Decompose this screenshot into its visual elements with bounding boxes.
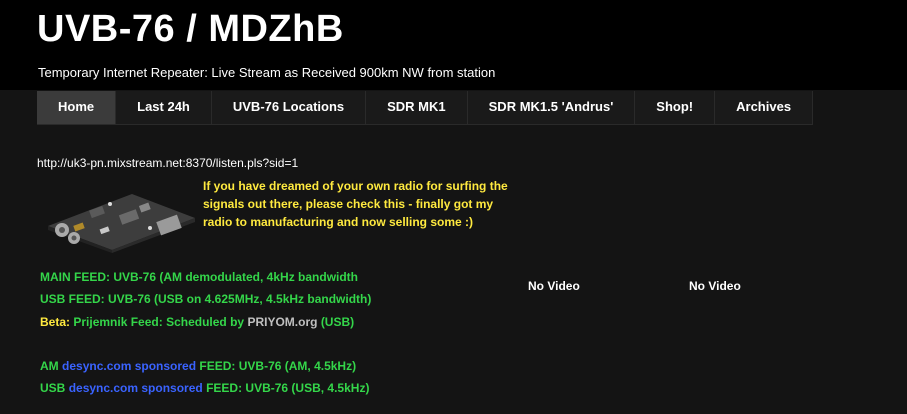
nav-item-locations[interactable]: UVB-76 Locations — [211, 91, 367, 124]
am-feed-link[interactable]: FEED: UVB-76 (AM, 4.5kHz) — [199, 359, 356, 373]
nav-item-sdr-mk1[interactable]: SDR MK1 — [366, 91, 468, 124]
beta-colon: : — [158, 315, 163, 329]
stream-url-link[interactable]: http://uk3-pn.mixstream.net:8370/listen.… — [37, 156, 298, 170]
beta-label: Beta: — [40, 315, 71, 329]
nav-item-sdr-mk15[interactable]: SDR MK1.5 'Andrus' — [467, 91, 636, 124]
priyom-link[interactable]: PRIYOM.org — [247, 315, 317, 329]
nav-item-last-24h[interactable]: Last 24h — [116, 91, 212, 124]
site-tagline: Temporary Internet Repeater: Live Stream… — [38, 65, 496, 80]
am-feed-line: AM desync.com sponsored FEED: UVB-76 (AM… — [40, 359, 356, 373]
sdr-board-image[interactable] — [40, 178, 200, 253]
usb-desync-feed-prefix: USB — [40, 381, 66, 395]
nav-item-archives[interactable]: Archives — [715, 91, 814, 124]
usb-desync-feed-link[interactable]: FEED: UVB-76 (USB, 4.5kHz) — [206, 381, 369, 395]
beta-scheduled-text: Scheduled by — [166, 315, 245, 329]
video-placeholder-right: No Video — [689, 279, 741, 293]
main-nav: Home Last 24h UVB-76 Locations SDR MK1 S… — [37, 91, 814, 125]
am-sponsor-link[interactable]: desync.com sponsored — [62, 359, 196, 373]
usb-sponsor-link[interactable]: desync.com sponsored — [69, 381, 203, 395]
usb-feed-link[interactable]: USB FEED: UVB-76 (USB on 4.625MHz, 4.5kH… — [40, 292, 371, 306]
main-feed-link[interactable]: MAIN FEED: UVB-76 (AM demodulated, 4kHz … — [40, 270, 358, 284]
beta-usb-text: (USB) — [320, 315, 355, 329]
promo-text[interactable]: If you have dreamed of your own radio fo… — [203, 177, 523, 231]
nav-item-shop[interactable]: Shop! — [635, 91, 716, 124]
prijemnik-feed-link[interactable]: Prijemnik Feed — [73, 315, 158, 329]
usb-desync-feed-line: USB desync.com sponsored FEED: UVB-76 (U… — [40, 381, 369, 395]
site-title: UVB-76 / MDZhB — [37, 8, 344, 50]
am-feed-prefix: AM — [40, 359, 59, 373]
site-header: UVB-76 / MDZhB Temporary Internet Repeat… — [0, 0, 907, 90]
beta-feed-line: Beta: Prijemnik Feed: Scheduled by PRIYO… — [40, 315, 354, 329]
nav-item-home[interactable]: Home — [37, 91, 117, 124]
video-placeholder-left: No Video — [528, 279, 580, 293]
